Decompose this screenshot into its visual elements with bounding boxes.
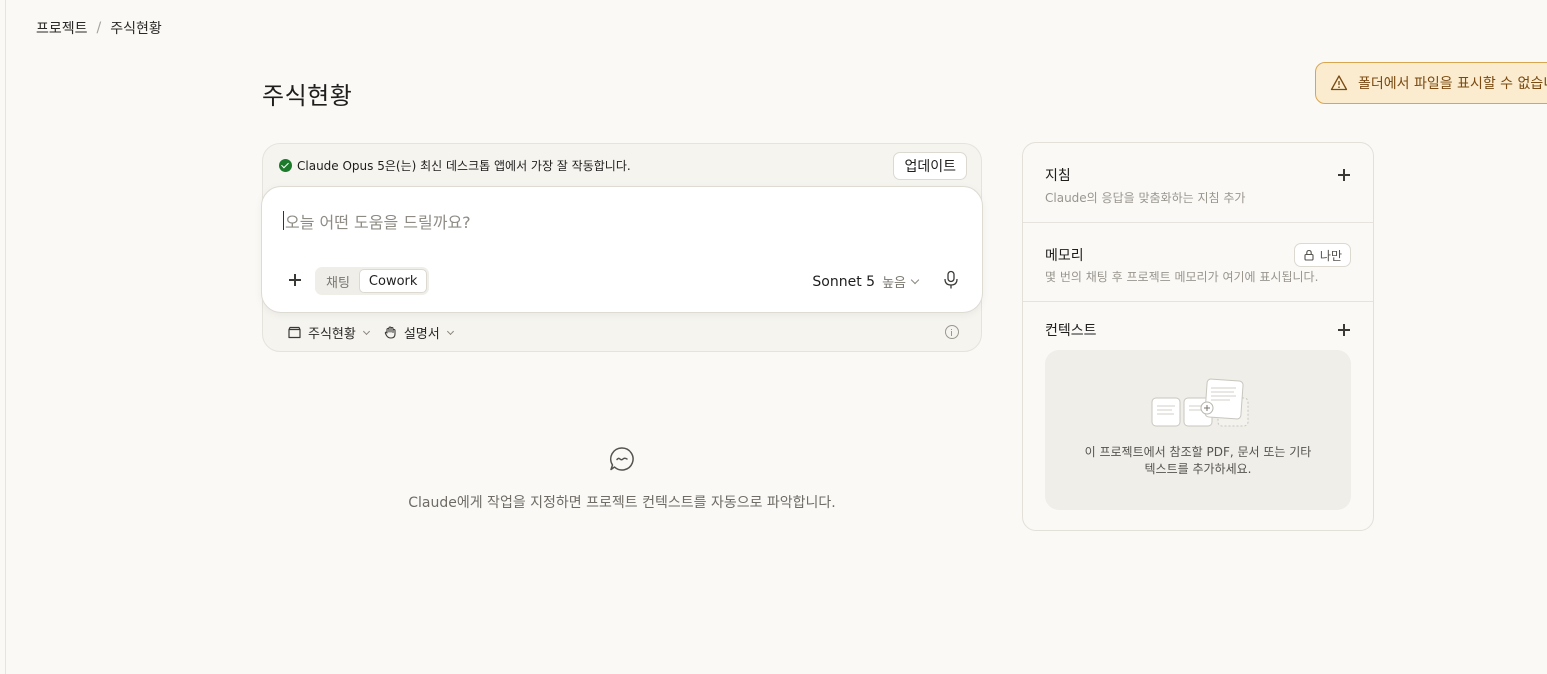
add-instructions-button[interactable]: [1337, 168, 1351, 182]
context-dropzone-text: 이 프로젝트에서 참조할 PDF, 문서 또는 기타 텍스트를 추가하세요.: [1065, 444, 1331, 478]
update-button[interactable]: 업데이트: [893, 152, 967, 180]
memory-subtitle: 몇 번의 채팅 후 프로젝트 메모리가 여기에 표시됩니다.: [1045, 270, 1319, 284]
info-icon[interactable]: [945, 325, 959, 339]
mode-option-chat[interactable]: 채팅: [317, 269, 359, 293]
lock-icon: [1304, 249, 1314, 261]
desktop-app-banner: Claude Opus 5은(는) 최신 데스크톱 앱에서 가장 잘 작동합니다…: [279, 157, 631, 174]
context-dropzone[interactable]: 이 프로젝트에서 참조할 PDF, 문서 또는 기타 텍스트를 추가하세요.: [1045, 350, 1351, 510]
composer-footer: 주식현황 설명서: [287, 323, 454, 342]
warning-toast[interactable]: 폴더에서 파일을 표시할 수 없습니다: [1315, 62, 1547, 104]
style-selector[interactable]: 설명서: [383, 323, 454, 342]
add-context-button[interactable]: [1337, 323, 1351, 337]
breadcrumb-separator: /: [96, 20, 102, 36]
mode-option-cowork[interactable]: Cowork: [358, 269, 428, 293]
text-caret: [283, 211, 284, 230]
memory-privacy-badge[interactable]: 나만: [1293, 243, 1351, 267]
breadcrumb-projects-link[interactable]: 프로젝트: [36, 18, 88, 38]
model-name: Sonnet 5: [812, 273, 876, 290]
context-dropzone-line1: 이 프로젝트에서 참조할 PDF, 문서 또는 기타: [1084, 445, 1312, 459]
instructions-section[interactable]: 지침 Claude의 응답을 맞춤화하는 지침 추가: [1023, 143, 1373, 223]
chevron-down-icon: [362, 327, 370, 335]
message-input[interactable]: 오늘 어떤 도움을 드릴까요?: [285, 209, 471, 233]
context-section: 컨텍스트: [1023, 302, 1373, 342]
add-attachment-button[interactable]: [284, 269, 306, 291]
hand-icon: [384, 326, 396, 339]
warning-icon: [1330, 75, 1348, 91]
mode-toggle: 채팅 Cowork: [315, 267, 430, 295]
window-edge: [5, 0, 6, 674]
project-side-panel: 지침 Claude의 응답을 맞춤화하는 지침 추가 메모리 몇 번의 채팅 후…: [1022, 142, 1374, 531]
instructions-subtitle: Claude의 응답을 맞춤화하는 지침 추가: [1045, 191, 1246, 205]
privacy-label: 나만: [1319, 248, 1342, 263]
check-circle-icon: [279, 159, 292, 172]
model-selector[interactable]: Sonnet 5 높음: [812, 272, 920, 291]
effort-level: 높음: [882, 276, 906, 291]
context-dropzone-line2: 텍스트를 추가하세요.: [1144, 462, 1252, 476]
empty-state-message: Claude에게 작업을 지정하면 프로젝트 컨텍스트를 자동으로 파악합니다.: [408, 495, 836, 511]
style-label: 설명서: [403, 327, 440, 342]
folder-label: 주식현황: [308, 327, 356, 342]
context-title: 컨텍스트: [1045, 323, 1097, 339]
chat-bubble-icon: [610, 447, 634, 471]
page-title: 주식현황: [262, 82, 353, 110]
microphone-icon[interactable]: [942, 270, 960, 290]
chat-composer[interactable]: 오늘 어떤 도움을 드릴까요? 채팅 Cowork Sonnet 5 높음: [261, 186, 983, 313]
chevron-down-icon: [446, 327, 454, 335]
project-folder-selector[interactable]: 주식현황: [287, 323, 370, 342]
breadcrumb-current: 주식현황: [110, 21, 162, 37]
chevron-down-icon: [910, 275, 920, 284]
documents-illustration-icon: [1151, 378, 1249, 427]
memory-title: 메모리: [1045, 248, 1084, 264]
banner-text: Claude Opus 5은(는) 최신 데스크톱 앱에서 가장 잘 작동합니다…: [297, 159, 631, 173]
breadcrumb: 프로젝트 / 주식현황: [36, 18, 162, 38]
empty-state: Claude에게 작업을 지정하면 프로젝트 컨텍스트를 자동으로 파악합니다.: [262, 446, 982, 512]
folder-icon: [288, 326, 301, 339]
toast-message: 폴더에서 파일을 표시할 수 없습니다: [1358, 76, 1547, 92]
instructions-title: 지침: [1045, 168, 1071, 184]
